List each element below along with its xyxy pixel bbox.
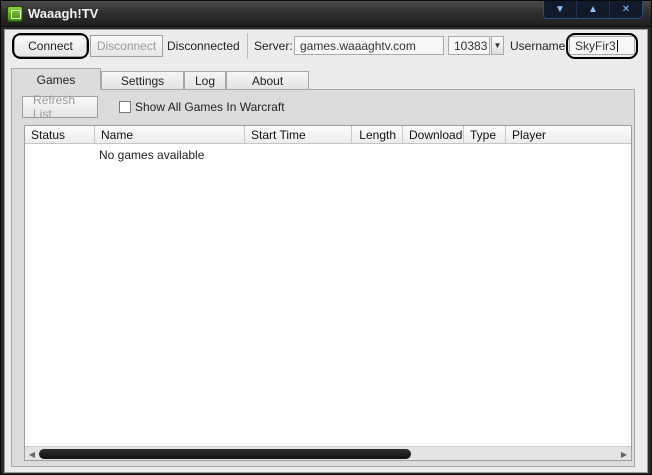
app-window: Waaagh!TV ▼ ▲ ✕ Connect Disconnect Disco… bbox=[0, 0, 652, 475]
app-logo-icon bbox=[7, 6, 23, 22]
tab-settings[interactable]: Settings bbox=[101, 71, 184, 90]
server-label: Server: bbox=[254, 39, 293, 53]
show-all-games-checkbox[interactable] bbox=[119, 101, 131, 113]
scrollbar-thumb[interactable] bbox=[39, 449, 411, 459]
username-value: SkyFir3 bbox=[575, 39, 616, 53]
username-label: Username: bbox=[510, 39, 569, 53]
toolbar-divider bbox=[247, 33, 248, 59]
show-all-games-option[interactable]: Show All Games In Warcraft bbox=[119, 100, 285, 114]
column-header-name[interactable]: Name bbox=[95, 126, 245, 144]
connection-status: Disconnected bbox=[167, 39, 240, 53]
show-all-games-label: Show All Games In Warcraft bbox=[135, 100, 285, 114]
maximize-icon[interactable]: ▲ bbox=[577, 1, 610, 18]
window-controls: ▼ ▲ ✕ bbox=[543, 1, 643, 19]
disconnect-button[interactable]: Disconnect bbox=[90, 35, 163, 57]
minimize-icon[interactable]: ▼ bbox=[544, 1, 577, 18]
connection-toolbar: Connect Disconnect Disconnected Server: … bbox=[5, 30, 647, 64]
refresh-list-button[interactable]: Refresh List bbox=[22, 93, 98, 121]
tab-games[interactable]: Games bbox=[11, 68, 101, 90]
port-input[interactable]: 10383 bbox=[448, 36, 490, 55]
username-input[interactable]: SkyFir3 bbox=[569, 36, 635, 55]
column-header-start-time[interactable]: Start Time bbox=[245, 126, 352, 144]
scroll-right-icon[interactable]: ▶ bbox=[618, 448, 630, 460]
close-icon[interactable]: ✕ bbox=[610, 1, 642, 18]
column-header-type[interactable]: Type bbox=[464, 126, 506, 144]
text-caret bbox=[616, 40, 618, 52]
scroll-left-icon[interactable]: ◀ bbox=[26, 448, 38, 460]
port-dropdown-arrow-icon[interactable]: ▼ bbox=[491, 36, 504, 55]
server-input[interactable]: games.waaaghtv.com bbox=[294, 36, 444, 55]
empty-list-message: No games available bbox=[99, 148, 205, 162]
games-list[interactable]: Status Name Start Time Length Download T… bbox=[24, 125, 632, 461]
window-title: Waaagh!TV bbox=[28, 6, 99, 21]
title-bar[interactable]: Waaagh!TV ▼ ▲ ✕ bbox=[1, 1, 651, 27]
column-header-player[interactable]: Player bbox=[506, 126, 631, 144]
connect-button[interactable]: Connect bbox=[14, 35, 87, 57]
horizontal-scrollbar[interactable]: ◀ ▶ bbox=[25, 446, 631, 460]
column-header-download[interactable]: Download bbox=[403, 126, 464, 144]
client-area: Connect Disconnect Disconnected Server: … bbox=[4, 29, 648, 473]
tab-about[interactable]: About bbox=[226, 71, 309, 90]
column-header-length[interactable]: Length bbox=[352, 126, 403, 144]
games-list-header: Status Name Start Time Length Download T… bbox=[25, 126, 631, 144]
tab-log[interactable]: Log bbox=[184, 71, 226, 90]
column-header-status[interactable]: Status bbox=[25, 126, 95, 144]
games-panel: Refresh List Show All Games In Warcraft … bbox=[11, 89, 635, 467]
tab-bar: Games Settings Log About bbox=[11, 68, 631, 90]
